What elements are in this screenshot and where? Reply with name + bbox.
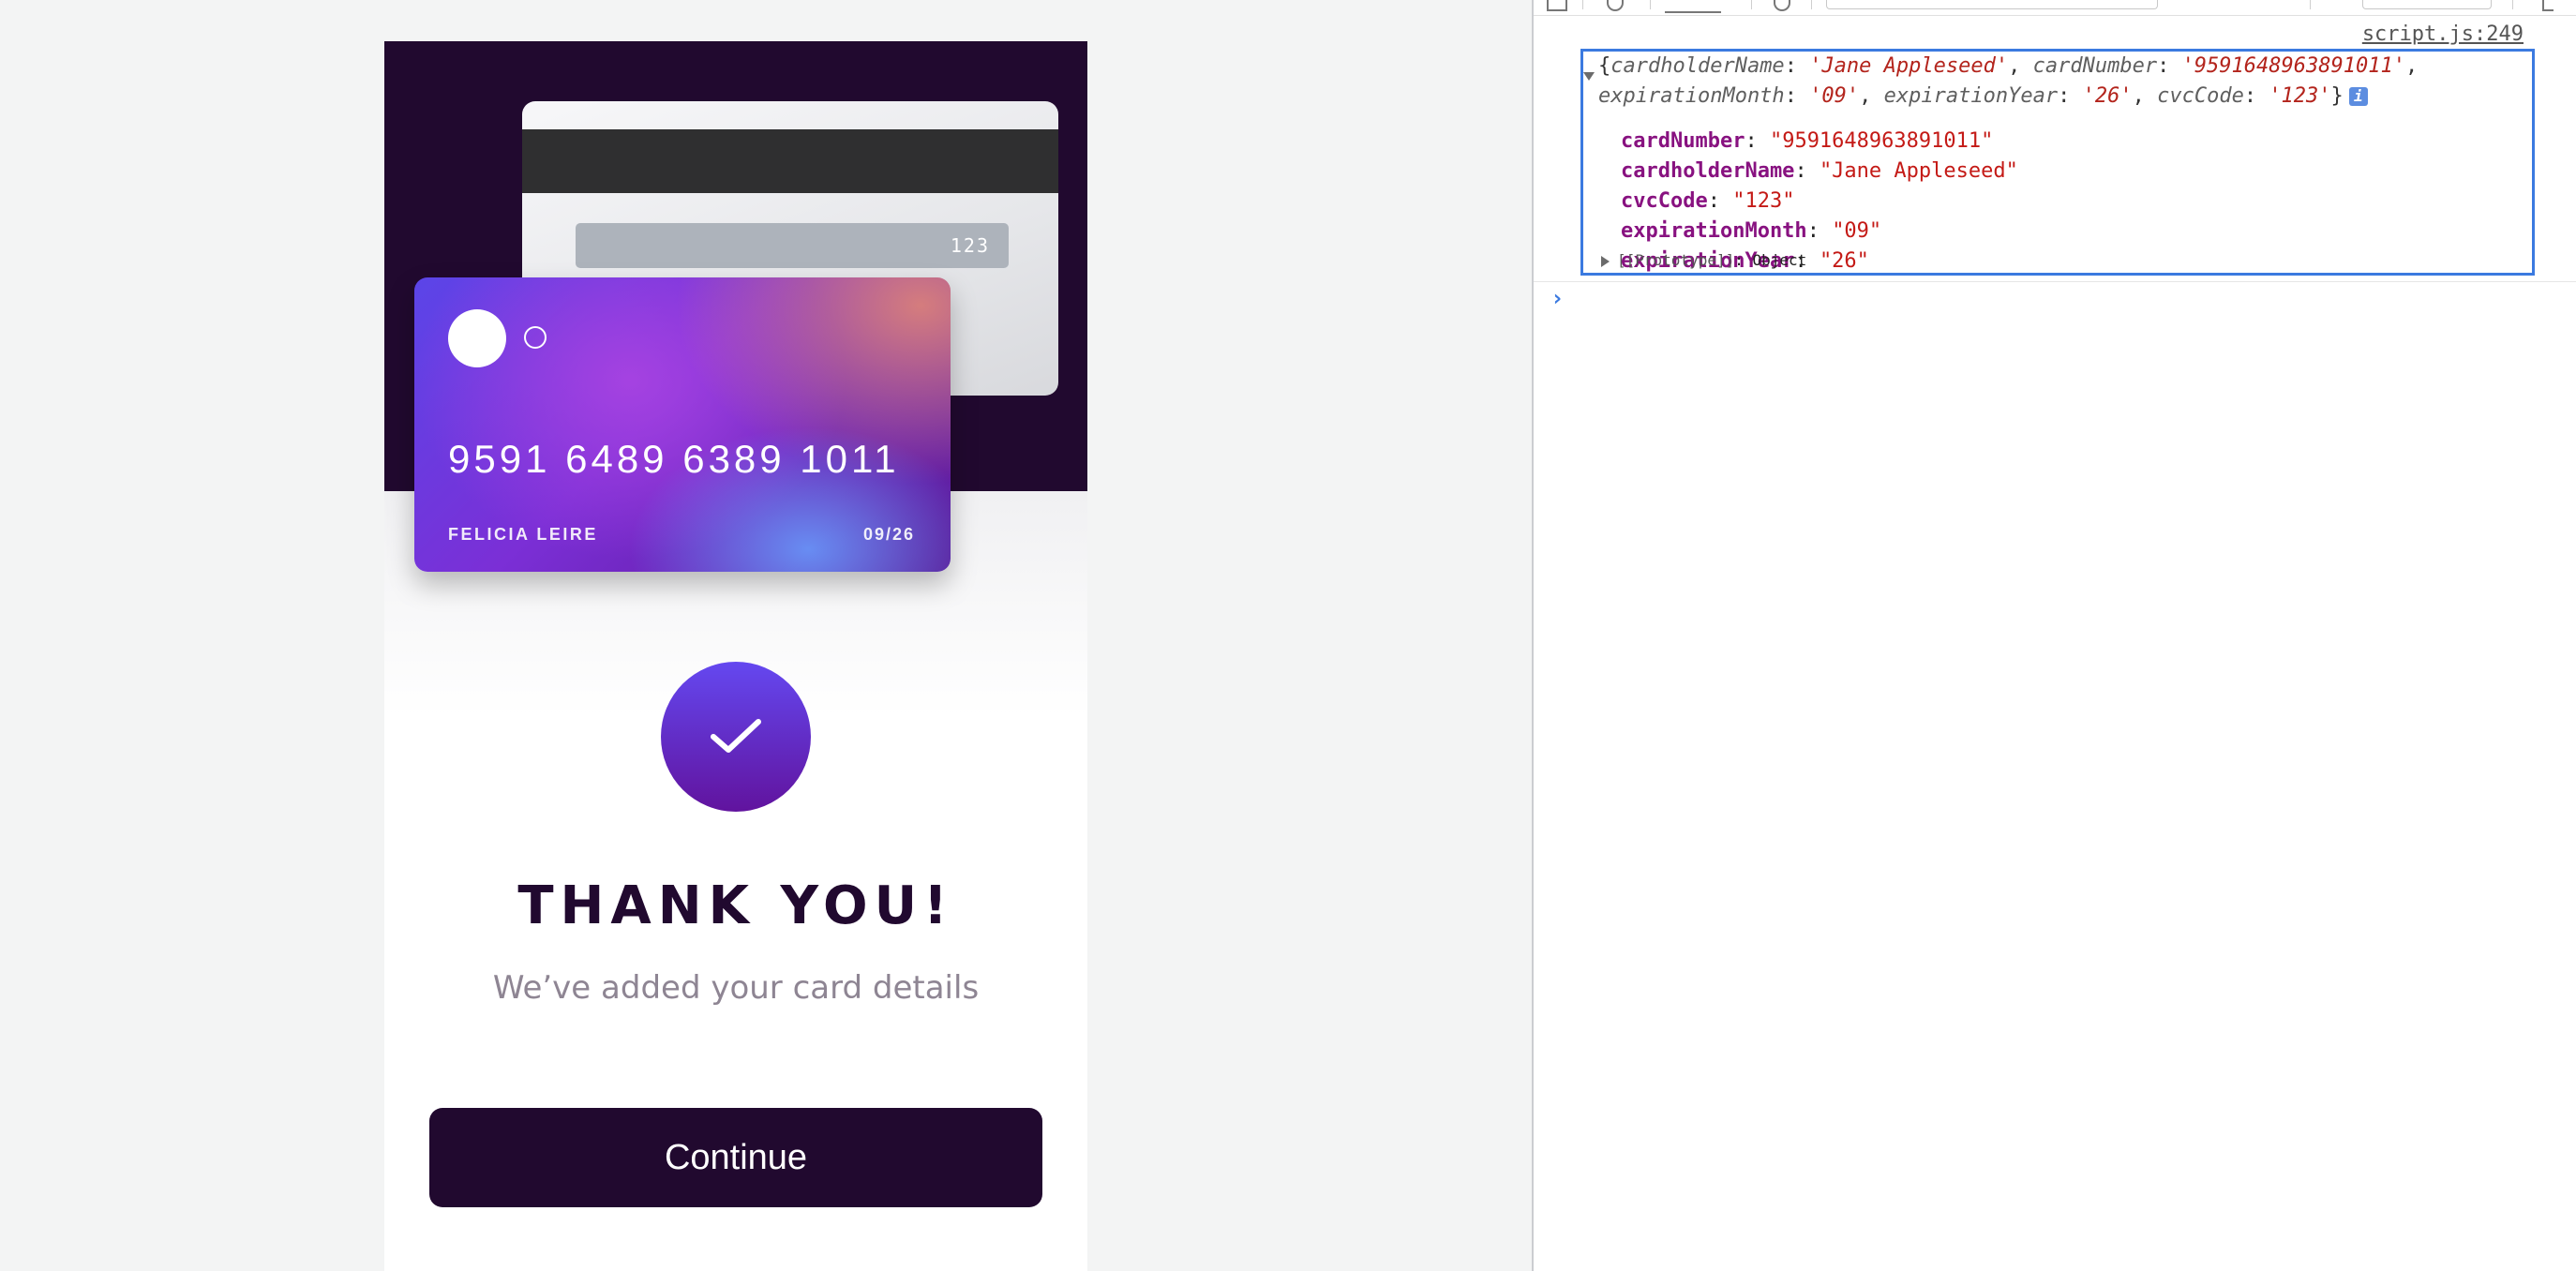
card-holder-name: FELICIA LEIRE — [448, 525, 598, 544]
summary-key: cardNumber — [2032, 54, 2158, 78]
summary-value: '9591648963891011' — [2181, 54, 2405, 78]
console-prompt-icon[interactable]: › — [1550, 285, 1564, 311]
thank-you-heading: THANK YOU! — [517, 875, 954, 936]
card-logo-circle-filled — [448, 309, 506, 367]
property-key: cvcCode — [1621, 189, 1708, 213]
card-logo-circle-outline — [524, 326, 547, 349]
summary-value: '123' — [2269, 84, 2331, 108]
context-selector[interactable] — [1665, 0, 1721, 13]
console-log-entry: {cardholderName: 'Jane Appleseed', cardN… — [1580, 49, 2535, 276]
property-value: "9591648963891011" — [1769, 129, 1994, 153]
object-property: cvcCode: "123" — [1621, 189, 1795, 213]
card-front: 9591 6489 6389 1011 FELICIA LEIRE 09/26 — [414, 277, 951, 572]
property-value: "Jane Appleseed" — [1819, 159, 2018, 183]
console-row-divider — [1534, 281, 2576, 282]
summary-value: '26' — [2082, 84, 2133, 108]
object-property: expirationMonth: "09" — [1621, 219, 1882, 243]
console-filter-input[interactable] — [1826, 0, 2158, 9]
toolbar-divider — [1582, 0, 1583, 9]
sidebar-toggle-icon[interactable] — [1547, 0, 1567, 11]
object-property: cardholderName: "Jane Appleseed" — [1621, 159, 2018, 183]
card-expiry: 09/26 — [862, 525, 915, 544]
summary-value: '09' — [1809, 84, 1860, 108]
live-expression-icon[interactable] — [1774, 0, 1790, 11]
property-value: "26" — [1819, 249, 1869, 273]
checkmark-icon — [711, 719, 761, 753]
success-subtitle: We’ve added your card details — [492, 969, 980, 1007]
summary-key: cvcCode — [2157, 84, 2244, 108]
devtools-toolbar — [1534, 0, 2576, 16]
prototype-value: Object — [1752, 251, 1807, 269]
expand-arrow-icon[interactable] — [1601, 255, 1610, 267]
prototype-row[interactable]: [[Prototype]]: Object — [1601, 246, 1806, 276]
clear-console-icon[interactable] — [1607, 0, 1624, 11]
toolbar-divider — [2310, 0, 2311, 9]
magnetic-stripe — [522, 129, 1058, 193]
collapse-arrow-icon[interactable] — [1583, 72, 1595, 81]
property-key: cardNumber — [1621, 129, 1745, 153]
property-value: "123" — [1732, 189, 1795, 213]
card-number: 9591 6489 6389 1011 — [448, 437, 900, 481]
property-key: cardholderName — [1621, 159, 1795, 183]
signature-strip: 123 — [576, 223, 1009, 268]
summary-value: 'Jane Appleseed' — [1809, 54, 2009, 78]
object-summary[interactable]: {cardholderName: 'Jane Appleseed', cardN… — [1598, 52, 2532, 112]
card-back-cvc: 123 — [950, 234, 990, 257]
info-icon[interactable]: i — [2348, 87, 2368, 106]
summary-key: expirationYear — [1883, 84, 2059, 108]
toolbar-divider — [2512, 0, 2513, 9]
property-key: expirationMonth — [1621, 219, 1807, 243]
log-levels-dropdown[interactable] — [2362, 0, 2492, 9]
devtools-console-panel: script.js:249 {cardholderName: 'Jane App… — [1532, 0, 2576, 1271]
success-check-badge — [661, 662, 811, 812]
continue-button[interactable]: Continue — [429, 1108, 1042, 1207]
object-property: cardNumber: "9591648963891011" — [1621, 129, 1994, 153]
toolbar-divider — [1751, 0, 1752, 9]
summary-key: cardholderName — [1610, 54, 1785, 78]
property-value: "09" — [1832, 219, 1882, 243]
toolbar-divider — [1811, 0, 1812, 9]
toolbar-divider — [1650, 0, 1651, 9]
prototype-key: [[Prototype]] — [1617, 251, 1735, 269]
source-link[interactable]: script.js:249 — [2362, 22, 2524, 46]
app-viewport: 123 9591 6489 6389 1011 FELICIA LEIRE 09… — [384, 41, 1087, 1271]
console-settings-icon[interactable] — [2542, 0, 2554, 11]
summary-key: expirationMonth — [1598, 84, 1785, 108]
